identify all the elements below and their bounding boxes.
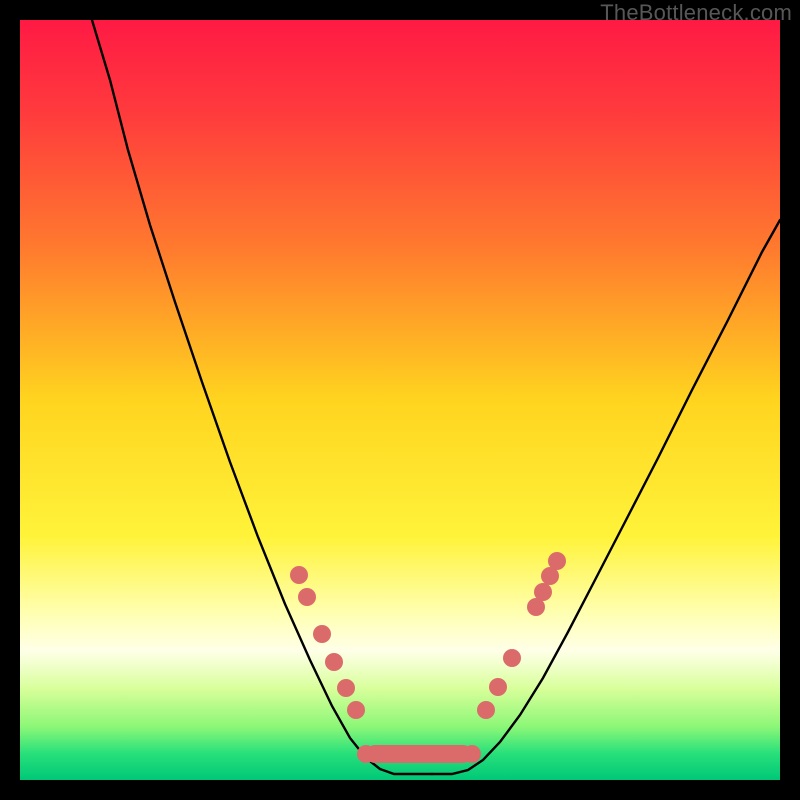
data-marker [313,625,331,643]
gradient-background [20,20,780,780]
optimal-range-cap [357,745,375,763]
data-marker [534,583,552,601]
data-marker [503,649,521,667]
data-marker [548,552,566,570]
data-marker [489,678,507,696]
chart-frame [20,20,780,780]
data-marker [477,701,495,719]
data-marker [298,588,316,606]
data-marker [337,679,355,697]
bottleneck-chart [20,20,780,780]
data-marker [347,701,365,719]
optimal-range-cap [463,745,481,763]
data-marker [290,566,308,584]
data-marker [325,653,343,671]
watermark-text: TheBottleneck.com [600,0,792,26]
optimal-range-bar [366,745,472,763]
